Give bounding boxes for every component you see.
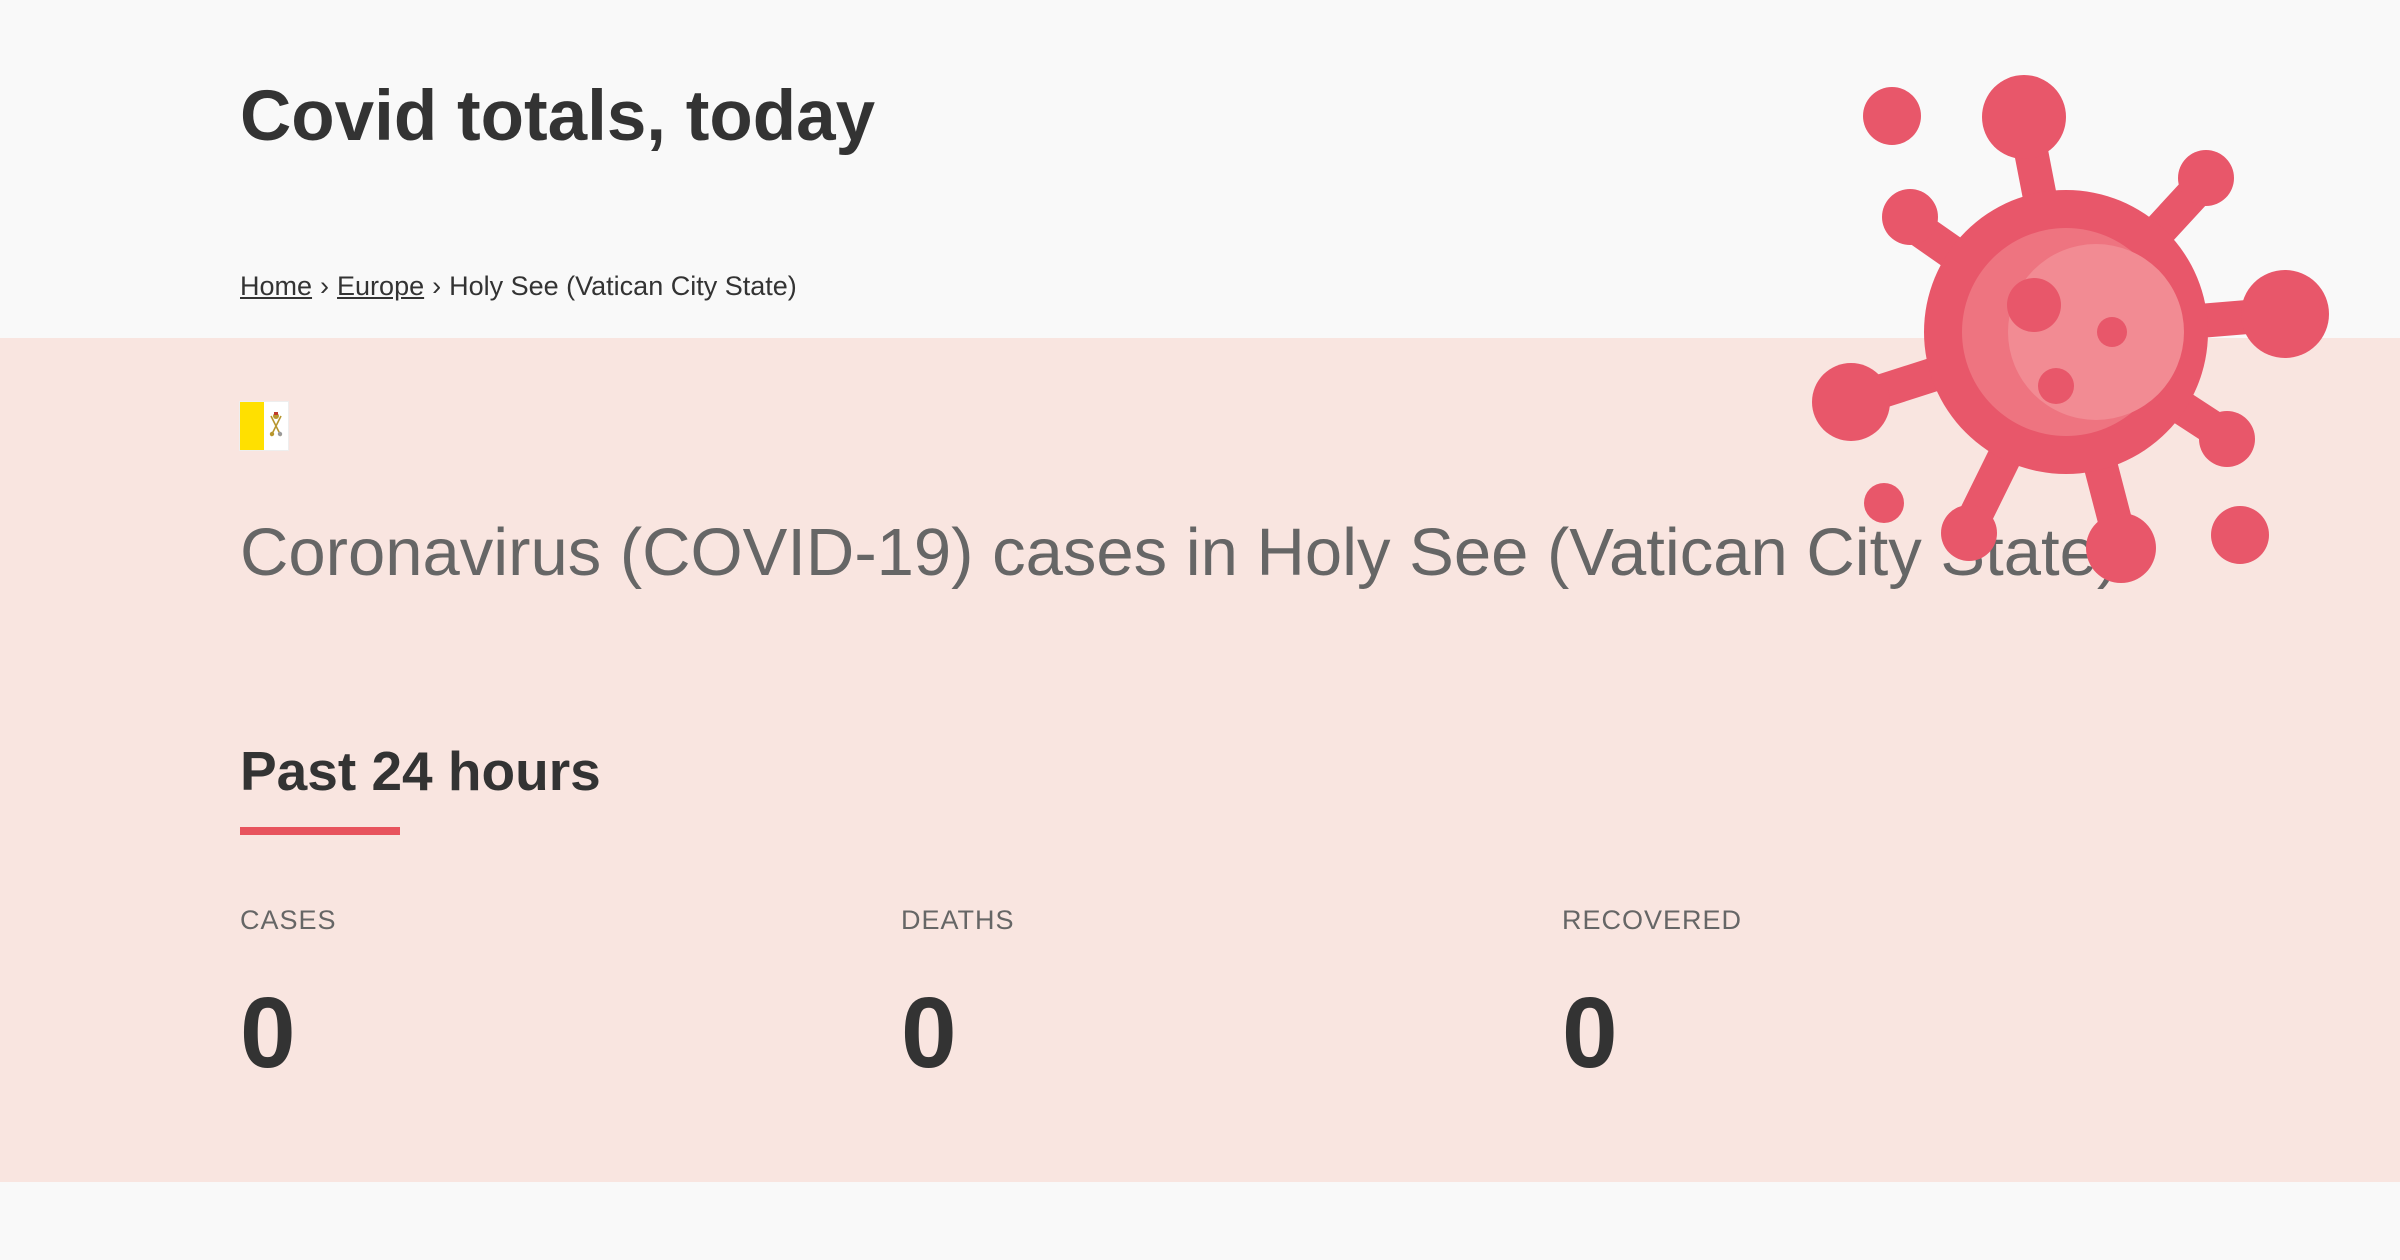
- breadcrumb-home-link[interactable]: Home: [240, 271, 312, 301]
- stat-deaths-value: 0: [901, 977, 957, 1089]
- stat-recovered-value: 0: [1562, 977, 1618, 1089]
- keys-emblem-icon: [269, 412, 283, 437]
- coronavirus-icon: [1812, 75, 2329, 583]
- site-title: Covid totals, today: [240, 77, 876, 156]
- breadcrumb-region-link[interactable]: Europe: [337, 271, 424, 301]
- breadcrumb-separator: ›: [320, 271, 330, 301]
- stat-cases: CASES 0: [240, 902, 840, 1088]
- stat-cases-value: 0: [240, 977, 296, 1089]
- vatican-flag-icon: [240, 402, 288, 450]
- stat-deaths: DEATHS 0: [901, 902, 1501, 1088]
- breadcrumb: Home › Europe › Holy See (Vatican City State…: [240, 268, 797, 304]
- stat-recovered: RECOVERED 0: [1562, 902, 2162, 1088]
- flag-yellow-half: [240, 402, 264, 450]
- breadcrumb-current: Holy See (Vatican City State): [449, 271, 797, 301]
- stat-deaths-label: DEATHS: [901, 905, 1015, 935]
- breadcrumb-separator: ›: [432, 271, 442, 301]
- stat-cases-label: CASES: [240, 905, 337, 935]
- flag-white-half: [264, 402, 288, 450]
- section-underline: [240, 827, 400, 835]
- past-24-hours-title: Past 24 hours: [240, 740, 601, 802]
- stat-recovered-label: RECOVERED: [1562, 905, 1743, 935]
